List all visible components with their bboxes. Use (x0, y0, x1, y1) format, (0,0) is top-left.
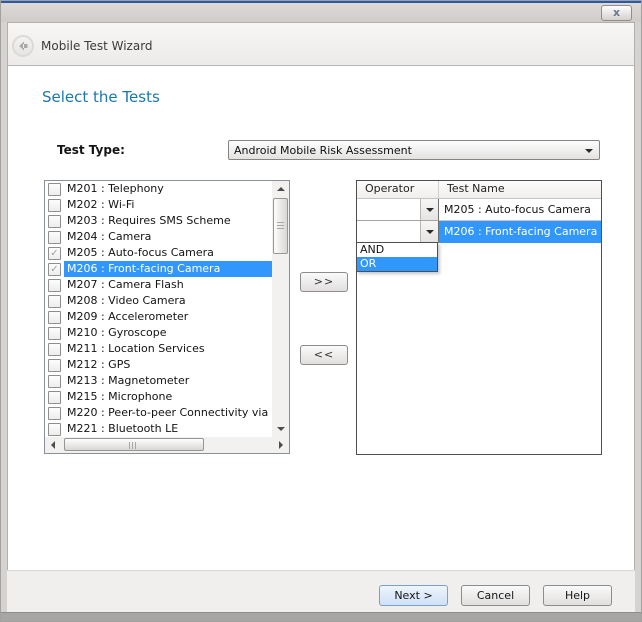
back-arrow-icon (17, 40, 29, 52)
test-item-label: M220 : Peer-to-peer Connectivity via Blu… (64, 405, 272, 421)
test-item-label: M204 : Camera (64, 229, 272, 245)
selected-tests-rows: M205 : Auto-focus CameraM206 : Front-fac… (357, 199, 601, 243)
checkbox-icon[interactable] (48, 199, 61, 212)
test-list-item[interactable]: ✓M205 : Auto-focus Camera (45, 245, 272, 261)
vertical-scrollbar-thumb[interactable] (273, 198, 288, 254)
test-item-label: M215 : Microphone (64, 389, 272, 405)
operator-option[interactable]: OR (357, 257, 437, 271)
test-item-label: M211 : Location Services (64, 341, 272, 357)
checkbox-checked-icon[interactable]: ✓ (48, 247, 61, 260)
test-type-dropdown[interactable]: Android Mobile Risk Assessment (228, 140, 600, 160)
wizard-window: x Mobile Test Wizard Select the Tests Te… (0, 0, 642, 622)
test-item-label: M205 : Auto-focus Camera (64, 245, 272, 261)
scroll-up-icon[interactable] (272, 181, 289, 197)
test-list-item[interactable]: M202 : Wi-Fi (45, 197, 272, 213)
checkbox-icon[interactable] (48, 295, 61, 308)
test-item-label: M208 : Video Camera (64, 293, 272, 309)
help-button[interactable]: Help (543, 585, 612, 606)
checkbox-icon[interactable] (48, 183, 61, 196)
selected-test-row[interactable]: M206 : Front-facing Camera (357, 221, 601, 243)
next-button[interactable]: Next > (379, 585, 448, 606)
checkbox-icon[interactable] (48, 375, 61, 388)
test-type-value: Android Mobile Risk Assessment (234, 144, 412, 157)
chevron-down-icon[interactable] (420, 221, 438, 242)
test-item-label: M202 : Wi-Fi (64, 197, 272, 213)
test-name-column-header: Test Name (439, 181, 505, 198)
test-list-item[interactable]: M215 : Microphone (45, 389, 272, 405)
checkbox-icon[interactable] (48, 311, 61, 324)
operator-column-header: Operator (357, 181, 439, 198)
window-titlebar (0, 3, 642, 22)
operator-dropdown[interactable] (357, 199, 439, 221)
test-list-item[interactable]: M211 : Location Services (45, 341, 272, 357)
test-item-label: M203 : Requires SMS Scheme (64, 213, 272, 229)
available-tests-rows: M201 : TelephonyM202 : Wi-FiM203 : Requi… (45, 181, 272, 437)
test-item-label: M209 : Accelerometer (64, 309, 272, 325)
back-button[interactable] (12, 35, 34, 57)
selected-test-name: M205 : Auto-focus Camera (439, 199, 601, 221)
test-list-item[interactable]: M203 : Requires SMS Scheme (45, 213, 272, 229)
operator-dropdown[interactable] (357, 221, 439, 243)
wizard-title: Mobile Test Wizard (41, 39, 153, 53)
checkbox-icon[interactable] (48, 231, 61, 244)
test-item-label: M212 : GPS (64, 357, 272, 373)
chevron-down-icon (585, 149, 593, 153)
checkbox-icon[interactable] (48, 215, 61, 228)
selected-tests-header: Operator Test Name (357, 181, 601, 199)
operator-option[interactable]: AND (357, 243, 437, 257)
test-list-item[interactable]: M209 : Accelerometer (45, 309, 272, 325)
footer-bar (7, 570, 635, 612)
test-list-item[interactable]: M221 : Bluetooth LE (45, 421, 272, 437)
selected-test-row[interactable]: M205 : Auto-focus Camera (357, 199, 601, 221)
remove-tests-button[interactable]: << (300, 345, 348, 365)
test-list-item[interactable]: M210 : Gyroscope (45, 325, 272, 341)
checkbox-icon[interactable] (48, 343, 61, 356)
test-item-label: M221 : Bluetooth LE (64, 421, 272, 437)
page-title: Select the Tests (42, 88, 160, 106)
checkbox-icon[interactable] (48, 359, 61, 372)
test-list-item[interactable]: M208 : Video Camera (45, 293, 272, 309)
test-list-item[interactable]: M213 : Magnetometer (45, 373, 272, 389)
checkbox-checked-icon[interactable]: ✓ (48, 263, 61, 276)
test-list-item[interactable]: M204 : Camera (45, 229, 272, 245)
window-bottom-edge (0, 612, 642, 622)
close-button[interactable]: x (601, 5, 632, 21)
scroll-left-icon[interactable] (45, 437, 61, 453)
test-item-label: M213 : Magnetometer (64, 373, 272, 389)
test-item-label: M201 : Telephony (64, 181, 272, 197)
test-list-item[interactable]: M212 : GPS (45, 357, 272, 373)
add-tests-button[interactable]: >> (300, 272, 348, 292)
test-list-item[interactable]: ✓M206 : Front-facing Camera (45, 261, 272, 277)
horizontal-scrollbar[interactable] (45, 437, 289, 453)
checkbox-icon[interactable] (48, 327, 61, 340)
vertical-scrollbar[interactable] (272, 181, 289, 437)
checkbox-icon[interactable] (48, 391, 61, 404)
test-item-label: M207 : Camera Flash (64, 277, 272, 293)
test-list-item[interactable]: M220 : Peer-to-peer Connectivity via Blu… (45, 405, 272, 421)
checkbox-icon[interactable] (48, 407, 61, 420)
test-list-item[interactable]: M201 : Telephony (45, 181, 272, 197)
scroll-down-icon[interactable] (272, 421, 289, 437)
chevron-down-icon[interactable] (420, 199, 438, 220)
checkbox-icon[interactable] (48, 279, 61, 292)
test-item-label: M210 : Gyroscope (64, 325, 272, 341)
cancel-button[interactable]: Cancel (461, 585, 530, 606)
checkbox-icon[interactable] (48, 423, 61, 436)
test-list-item[interactable]: M207 : Camera Flash (45, 277, 272, 293)
test-item-label: M206 : Front-facing Camera (64, 261, 272, 277)
operator-options: ANDOR (356, 242, 438, 272)
horizontal-scrollbar-thumb[interactable] (64, 438, 204, 451)
scroll-right-icon[interactable] (273, 437, 289, 453)
selected-test-name: M206 : Front-facing Camera (439, 221, 601, 243)
test-type-label: Test Type: (57, 143, 125, 157)
